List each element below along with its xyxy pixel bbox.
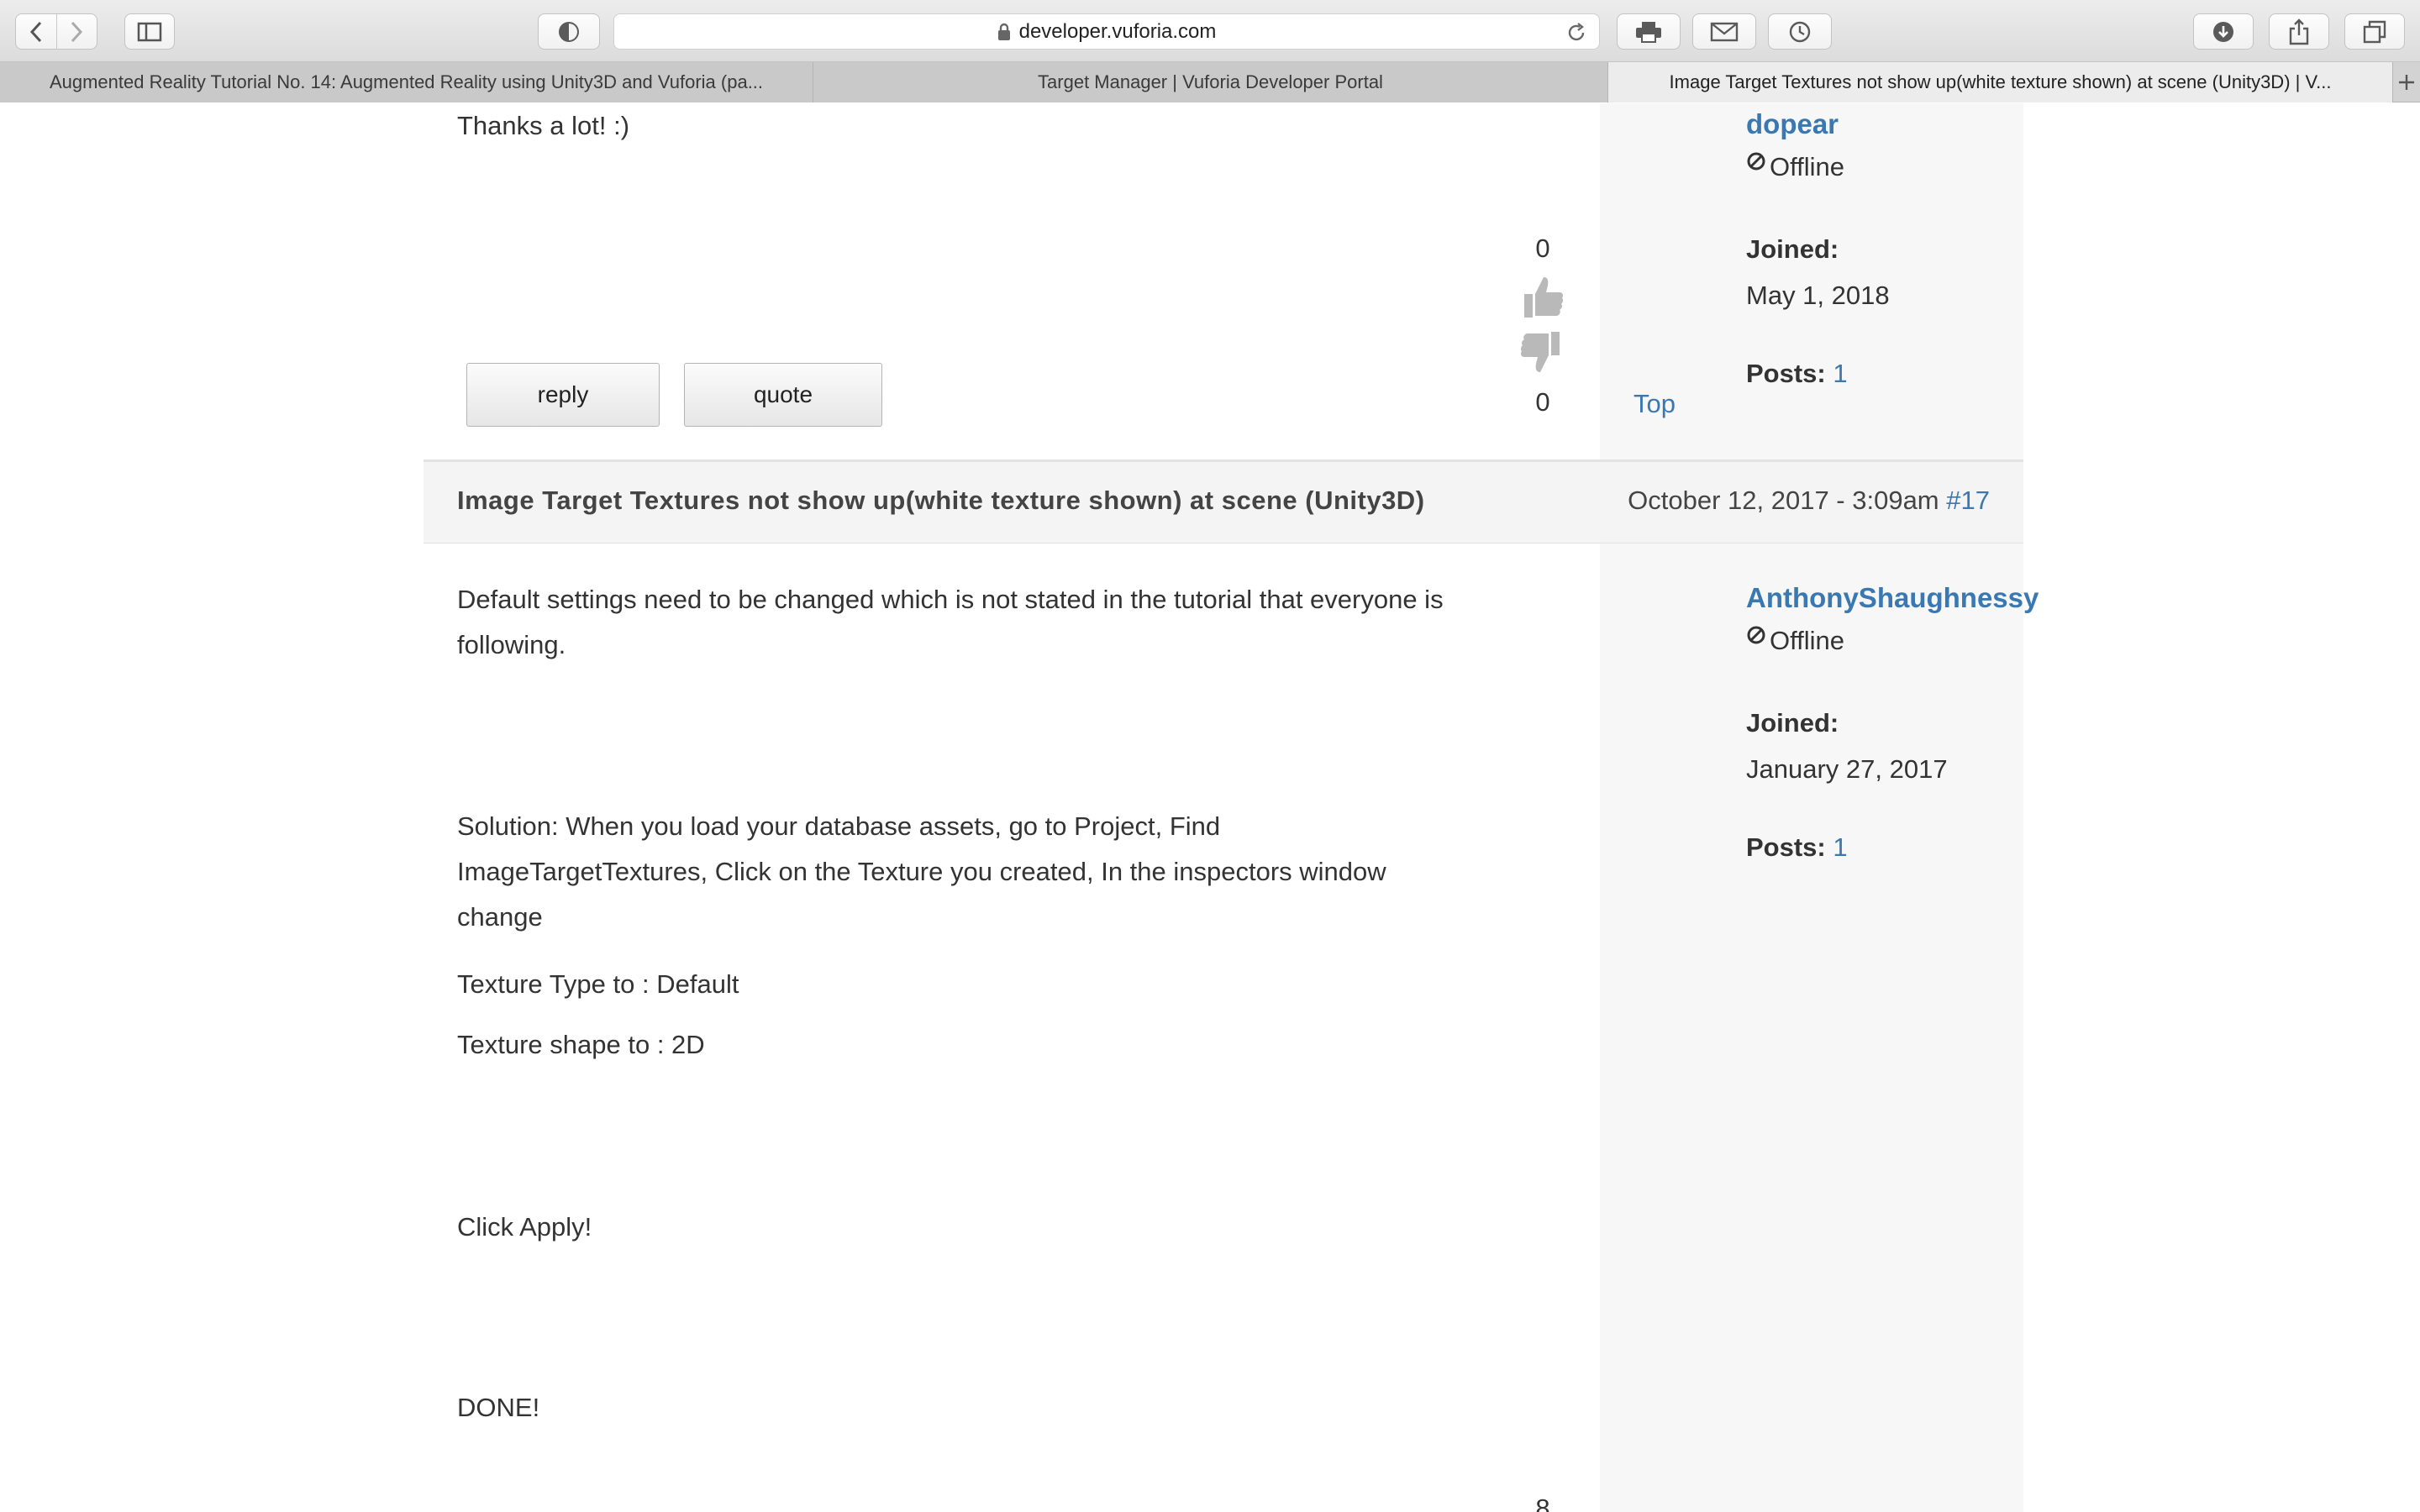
tabs-icon [2363,20,2386,43]
post-paragraph: DONE! [457,1393,540,1422]
author-name-link[interactable]: AnthonyShaughnessy [1746,582,2039,614]
reply-button[interactable]: reply [466,363,660,427]
post-line: change [457,902,543,932]
downloads-button[interactable] [2193,13,2254,50]
tab-ar-tutorial[interactable]: Augmented Reality Tutorial No. 14: Augme… [0,62,813,102]
download-icon [2213,21,2233,42]
post-paragraph: Texture Type to : Default [457,969,739,999]
chevron-left-icon [29,21,41,42]
downvote-count: 0 [1535,387,1550,417]
browser-toolbar: developer.vuforia.com [0,0,2420,62]
joined-date: May 1, 2018 [1746,281,1890,310]
url-text: developer.vuforia.com [1018,19,1217,43]
print-button[interactable] [1617,13,1681,50]
posts-count-link[interactable]: 1 [1833,359,1847,388]
author-status: Offline [1746,152,1844,182]
post-date: October 12, 2017 - 3:09am #17 [1628,486,1990,516]
posts-label: Posts: [1746,359,1826,388]
post-paragraph: Solution: When you load your database as… [457,804,1386,940]
posts-label: Posts: [1746,832,1826,862]
tabs-overview-button[interactable] [2344,13,2405,50]
joined-label: Joined: [1746,234,1839,264]
post-title: Image Target Textures not show up(white … [457,486,1425,515]
back-button[interactable] [16,14,56,49]
author-name-link[interactable]: dopear [1746,108,1839,140]
post-line: Solution: When you load your database as… [457,811,1221,841]
back-to-top-link[interactable]: Top [1634,389,1676,419]
forward-button[interactable] [55,14,97,49]
author-sidebar-column [1600,103,2023,1512]
page-content: Thanks a lot! :) dopear Offline Joined: … [0,103,2420,1512]
author-status: Offline [1746,626,1844,656]
plus-icon [2399,74,2414,90]
status-text: Offline [1770,152,1845,181]
posts-count-link[interactable]: 1 [1833,832,1847,862]
thumbs-down-icon [1520,332,1560,372]
tab-target-manager[interactable]: Target Manager | Vuforia Developer Porta… [813,62,1608,102]
thumbs-up-icon [1524,277,1564,318]
quote-button[interactable]: quote [684,363,882,427]
offline-icon [1747,152,1765,171]
status-text: Offline [1770,626,1845,655]
post-timestamp: October 12, 2017 - 3:09am [1628,486,1939,515]
share-button[interactable] [2269,13,2329,50]
post-line: following. [457,630,566,659]
tab-current-thread[interactable]: Image Target Textures not show up(white … [1608,62,2393,102]
shield-icon [559,21,579,42]
clock-icon [1789,21,1811,42]
joined-date: January 27, 2017 [1746,754,1948,784]
chevron-right-icon [71,21,83,42]
privacy-button[interactable] [538,13,600,50]
thumbs-up-button[interactable] [1518,272,1566,325]
printer-icon [1636,21,1661,43]
posts-count: Posts: 1 [1746,832,1848,863]
upvote-count: 8 [1535,1494,1550,1512]
post-paragraph: Default settings need to be changed whic… [457,577,1444,668]
share-icon [2289,18,2309,45]
envelope-icon [1710,22,1739,41]
post-paragraph: Click Apply! [457,1212,592,1242]
thumbs-down-button[interactable] [1518,328,1566,381]
sidebar-button[interactable] [124,13,175,50]
offline-icon [1747,626,1765,644]
new-tab-button[interactable] [2393,62,2420,102]
lock-icon [997,23,1010,40]
tab-bar: Augmented Reality Tutorial No. 14: Augme… [0,62,2420,102]
history-button[interactable] [1768,13,1832,50]
post-line: ImageTargetTextures, Click on the Textur… [457,857,1386,886]
post-line: Default settings need to be changed whic… [457,585,1444,614]
upvote-count: 0 [1535,234,1550,263]
reload-icon [1568,23,1585,41]
post-header: Image Target Textures not show up(white … [424,459,2023,543]
post-permalink[interactable]: #17 [1946,486,1990,515]
posts-count: Posts: 1 [1746,359,1848,389]
address-bar[interactable]: developer.vuforia.com [613,13,1600,50]
mail-button[interactable] [1692,13,1756,50]
reload-button[interactable] [1565,22,1587,48]
sidebar-icon [137,22,162,41]
post-paragraph: Texture shape to : 2D [457,1030,705,1059]
nav-buttons [15,13,97,50]
joined-label: Joined: [1746,708,1839,738]
post-body-text: Thanks a lot! :) [457,111,630,140]
